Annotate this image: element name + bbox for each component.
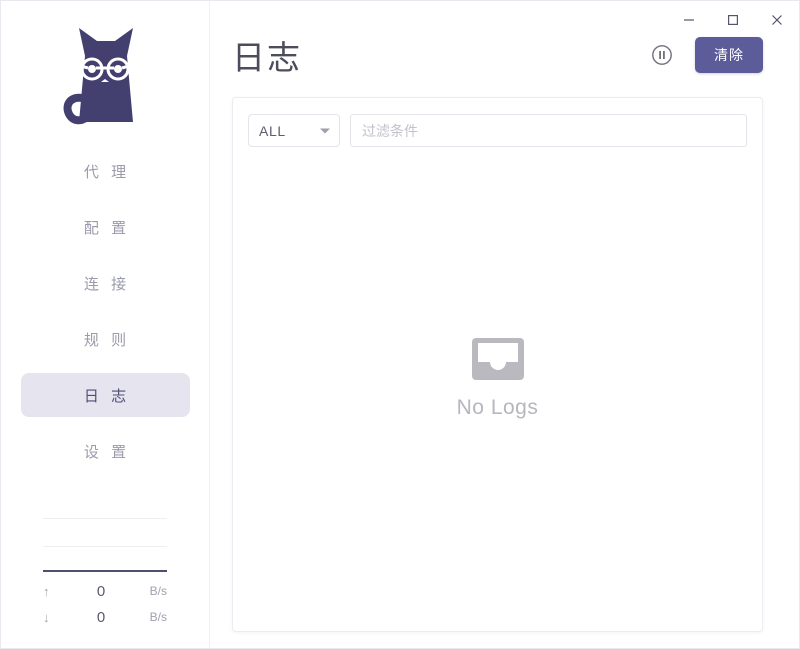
log-level-select[interactable]: ALL — [248, 114, 340, 147]
upload-speed-value: 0 — [69, 583, 133, 600]
window-close-button[interactable] — [755, 3, 799, 37]
logs-empty-state: No Logs — [233, 159, 762, 631]
sidebar-item-logs[interactable]: 日 志 — [21, 373, 190, 417]
sidebar: 代 理 配 置 连 接 规 则 日 志 设 置 — [1, 1, 210, 648]
sidebar-item-label: 规 则 — [80, 329, 130, 350]
sidebar-item-settings[interactable]: 设 置 — [21, 429, 190, 473]
pause-logs-button[interactable] — [647, 40, 677, 70]
traffic-panel: ↑ 0 B/s ↓ 0 B/s — [1, 500, 209, 648]
traffic-sparkline — [43, 500, 167, 572]
sparkline-gridline-upper — [43, 518, 167, 519]
maximize-icon — [727, 14, 739, 26]
log-filter-input[interactable] — [350, 114, 747, 147]
sidebar-item-connections[interactable]: 连 接 — [21, 261, 190, 305]
app-window: 代 理 配 置 连 接 规 则 日 志 设 置 — [0, 0, 800, 649]
sidebar-item-label: 连 接 — [80, 273, 130, 294]
logs-card: ALL No Logs — [232, 97, 763, 632]
traffic-upload-row: ↑ 0 B/s — [43, 578, 167, 604]
sidebar-nav: 代 理 配 置 连 接 规 则 日 志 设 置 — [1, 149, 209, 485]
sparkline-baseline — [43, 570, 167, 572]
close-icon — [771, 14, 783, 26]
header-actions: 清除 — [647, 37, 763, 73]
sparkline-gridline-lower — [43, 546, 167, 547]
window-minimize-button[interactable] — [667, 3, 711, 37]
download-speed-value: 0 — [69, 609, 133, 626]
log-level-select-value: ALL — [259, 123, 286, 139]
sidebar-item-label: 日 志 — [80, 385, 130, 406]
main-content: 日志 清除 ALL — [210, 1, 799, 648]
logs-empty-label: No Logs — [457, 396, 539, 420]
window-maximize-button[interactable] — [711, 3, 755, 37]
logs-filter-bar: ALL — [233, 98, 762, 159]
traffic-download-row: ↓ 0 B/s — [43, 604, 167, 630]
sidebar-item-rules[interactable]: 规 则 — [21, 317, 190, 361]
download-arrow-icon: ↓ — [43, 610, 69, 625]
clear-logs-button[interactable]: 清除 — [695, 37, 763, 73]
sidebar-item-label: 设 置 — [80, 441, 130, 462]
chevron-down-icon — [320, 128, 330, 133]
title-bar — [1, 1, 799, 39]
upload-arrow-icon: ↑ — [43, 584, 69, 599]
minimize-icon — [683, 14, 695, 26]
sidebar-item-proxy[interactable]: 代 理 — [21, 149, 190, 193]
sidebar-item-label: 配 置 — [80, 217, 130, 238]
inbox-icon — [470, 334, 526, 384]
upload-speed-unit: B/s — [133, 584, 167, 598]
pause-icon — [651, 44, 673, 66]
sidebar-item-profiles[interactable]: 配 置 — [21, 205, 190, 249]
download-speed-unit: B/s — [133, 610, 167, 624]
sidebar-item-label: 代 理 — [80, 161, 130, 182]
